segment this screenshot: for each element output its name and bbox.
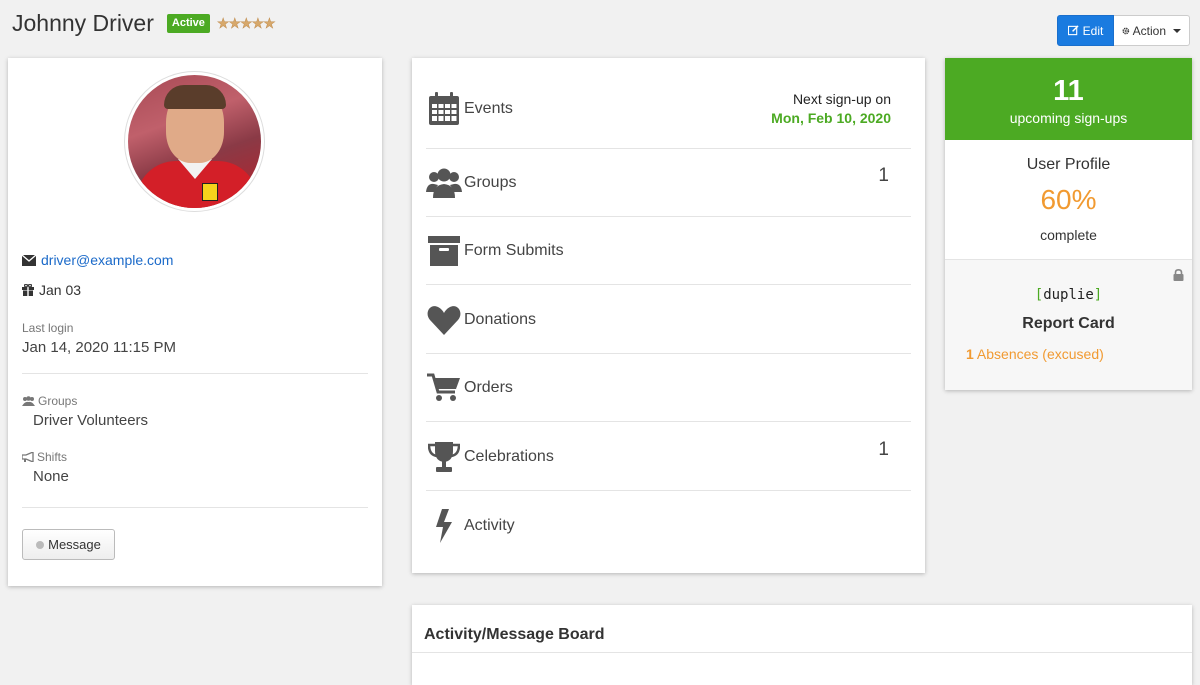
shifts-label-row: Shifts	[22, 450, 67, 464]
edit-button[interactable]: Edit	[1057, 15, 1114, 46]
message-board-title: Activity/Message Board	[424, 626, 605, 643]
profile-card: driver@example.com Jan 03 Last login Jan…	[8, 58, 382, 586]
page-header: Johnny Driver Active ★★★★★	[12, 10, 276, 37]
rating-stars: ★★★★★	[216, 15, 276, 32]
bullhorn-icon	[22, 452, 34, 462]
status-dot-icon	[36, 540, 45, 549]
trophy-icon	[426, 441, 462, 473]
avatar-hair	[164, 85, 226, 109]
groups-label-row: Groups	[22, 394, 77, 408]
lock-icon	[1173, 269, 1184, 281]
bolt-icon	[426, 509, 462, 543]
profile-completion-title: User Profile	[1026, 156, 1111, 173]
menu-item-activity[interactable]: Activity	[426, 492, 911, 560]
groups-value: Driver Volunteers	[33, 412, 149, 429]
upcoming-signups-box[interactable]: 11 upcoming sign-ups	[945, 58, 1192, 140]
gear-icon	[1122, 27, 1130, 34]
avatar-logo	[202, 183, 218, 201]
brand-bracket-open: [	[1034, 287, 1044, 303]
menu-item-form-submits[interactable]: Form Submits	[426, 217, 911, 285]
edit-button-label: Edit	[1082, 23, 1104, 38]
status-badge: Active	[166, 14, 210, 33]
users-icon	[426, 168, 462, 198]
menu-item-groups[interactable]: Groups 1	[426, 149, 911, 217]
signup-label: upcoming sign-ups	[1009, 110, 1128, 126]
chevron-down-icon	[1173, 28, 1181, 33]
signup-count: 11	[1053, 75, 1084, 107]
edit-icon	[1067, 25, 1079, 36]
email-row: driver@example.com	[22, 252, 173, 268]
absences-summary: 1 Absences (excused)	[966, 346, 1104, 362]
orders-label: Orders	[464, 378, 513, 396]
groups-label: Groups	[38, 394, 78, 408]
divider	[22, 373, 368, 374]
action-dropdown-button[interactable]: Action	[1114, 15, 1190, 46]
profile-completion-label: complete	[1040, 227, 1097, 243]
menu-item-donations[interactable]: Donations	[426, 286, 911, 354]
menu-item-celebrations[interactable]: Celebrations 1	[426, 423, 911, 491]
message-board-card: Activity/Message Board	[412, 605, 1192, 685]
absences-label: Absences (excused)	[976, 346, 1104, 362]
absences-count: 1	[966, 346, 974, 362]
donations-label: Donations	[464, 310, 537, 328]
brand-bracket-close: ]	[1093, 287, 1103, 303]
divider	[412, 652, 1192, 653]
report-card-title: Report Card	[1022, 315, 1115, 332]
profile-completion-percent: 60%	[1040, 184, 1097, 215]
birthday-row: Jan 03	[22, 282, 81, 298]
shopping-cart-icon	[426, 373, 462, 403]
report-card-section[interactable]: [duplie] Report Card 1 Absences (excused…	[945, 259, 1192, 390]
activity-label: Activity	[464, 517, 515, 534]
shifts-value: None	[33, 468, 69, 485]
brand-name: duplie	[1043, 287, 1094, 303]
email-link[interactable]: driver@example.com	[41, 252, 173, 268]
envelope-icon	[22, 254, 36, 266]
last-login-label: Last login	[22, 321, 74, 335]
form-submits-label: Form Submits	[464, 241, 564, 259]
next-signup: Next sign-up on Mon, Feb 10, 2020	[771, 90, 891, 128]
celebrations-count: 1	[878, 439, 889, 460]
last-login-value: Jan 14, 2020 11:15 PM	[22, 339, 176, 356]
activity-menu-card: Events Next sign-up on Mon, Feb 10, 2020…	[412, 58, 925, 573]
message-button-label: Message	[48, 537, 101, 552]
menu-item-orders[interactable]: Orders	[426, 354, 911, 422]
star-icons: ★★★★★	[216, 15, 276, 32]
birthday-value: Jan 03	[39, 282, 82, 298]
duplie-logo: [duplie]	[945, 287, 1192, 303]
next-signup-label: Next sign-up on	[792, 91, 891, 107]
celebrations-label: Celebrations	[464, 447, 554, 465]
groups-label: Groups	[464, 173, 517, 191]
stats-card: 11 upcoming sign-ups User Profile 60% co…	[945, 58, 1192, 390]
header-button-group: Edit Action	[1057, 15, 1190, 46]
shifts-label: Shifts	[37, 450, 68, 464]
message-button[interactable]: Message	[22, 529, 115, 560]
heart-icon	[426, 305, 462, 335]
groups-count: 1	[878, 165, 889, 186]
action-button-label: Action	[1132, 23, 1166, 38]
page-title: Johnny Driver	[12, 10, 154, 36]
menu-item-events[interactable]: Events Next sign-up on Mon, Feb 10, 2020	[426, 70, 911, 149]
avatar	[124, 71, 265, 212]
avatar-photo	[128, 75, 261, 208]
events-label: Events	[464, 100, 513, 117]
users-icon	[22, 396, 35, 406]
next-signup-date: Mon, Feb 10, 2020	[771, 110, 891, 126]
gift-icon	[22, 284, 34, 296]
archive-icon	[426, 235, 462, 266]
calendar-icon	[426, 92, 462, 126]
divider	[22, 507, 368, 508]
